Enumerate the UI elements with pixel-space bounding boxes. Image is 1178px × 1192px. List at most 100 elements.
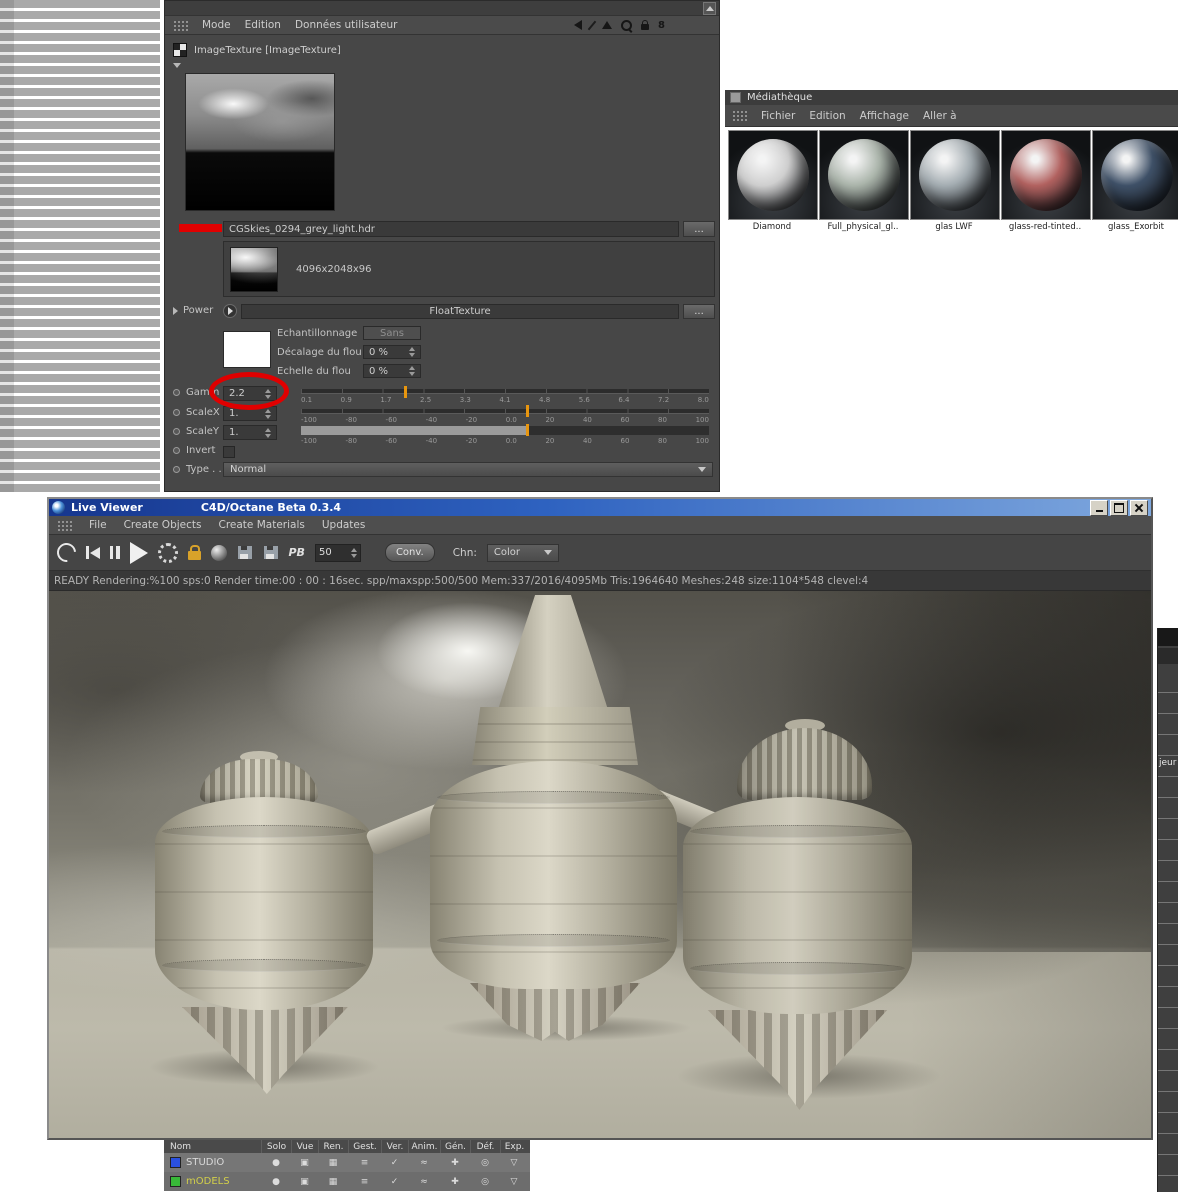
type-anim-dot[interactable] bbox=[173, 466, 180, 473]
menu-item-edition[interactable]: Edition bbox=[245, 19, 281, 31]
layer-color-chip[interactable] bbox=[170, 1157, 181, 1168]
stepper-arrows-icon[interactable] bbox=[350, 547, 357, 558]
pen-icon[interactable] bbox=[587, 20, 597, 30]
float-browse-button[interactable]: ... bbox=[683, 304, 715, 319]
layer-name-cell[interactable]: mODELS bbox=[164, 1172, 261, 1191]
lock-icon[interactable] bbox=[641, 20, 650, 30]
deformer-toggle-icon[interactable]: ◎ bbox=[470, 1153, 500, 1172]
material-thumbnail[interactable] bbox=[728, 130, 818, 220]
deformer-toggle-icon[interactable]: ◎ bbox=[470, 1172, 500, 1191]
live-viewer-titlebar[interactable]: Live Viewer C4D/Octane Beta 0.3.4 bbox=[49, 499, 1151, 516]
material-thumbnail[interactable] bbox=[910, 130, 1000, 220]
scalex-slider-track[interactable] bbox=[301, 409, 709, 414]
invert-anim-dot[interactable] bbox=[173, 447, 180, 454]
texture-info-thumbnail[interactable] bbox=[230, 247, 278, 292]
grip-icon[interactable] bbox=[57, 519, 72, 531]
material-thumbnail[interactable] bbox=[819, 130, 909, 220]
menu-item-aller-a[interactable]: Aller à bbox=[923, 110, 957, 122]
manager-toggle-icon[interactable]: ≡ bbox=[348, 1172, 381, 1191]
version-toggle-icon[interactable]: ✓ bbox=[381, 1172, 408, 1191]
stepper-arrows-icon[interactable] bbox=[409, 366, 415, 376]
layer-color-chip[interactable] bbox=[170, 1176, 181, 1187]
color-swatch[interactable] bbox=[223, 331, 271, 368]
pause-icon[interactable] bbox=[109, 546, 120, 559]
solo-toggle-icon[interactable]: ● bbox=[261, 1153, 291, 1172]
material-thumbnail[interactable] bbox=[1092, 130, 1178, 220]
gamma-anim-dot[interactable] bbox=[173, 389, 180, 396]
history-back-icon[interactable] bbox=[574, 20, 583, 30]
material-thumbnail[interactable] bbox=[1001, 130, 1091, 220]
menu-item-create-objects[interactable]: Create Objects bbox=[124, 519, 202, 531]
blur-offset-stepper[interactable]: 0 % bbox=[363, 345, 421, 359]
scaley-stepper[interactable]: 1. bbox=[223, 425, 277, 440]
minimize-button[interactable] bbox=[1090, 499, 1108, 516]
menu-item-file[interactable]: File bbox=[89, 519, 107, 531]
animation-toggle-icon[interactable]: ≈ bbox=[408, 1172, 440, 1191]
texture-preview[interactable] bbox=[185, 73, 335, 211]
animation-toggle-icon[interactable]: ≈ bbox=[408, 1153, 440, 1172]
channel-dropdown[interactable]: Color bbox=[486, 543, 559, 562]
manager-toggle-icon[interactable]: ≡ bbox=[348, 1153, 381, 1172]
layer-name[interactable]: STUDIO bbox=[186, 1157, 224, 1168]
conv-button[interactable]: Conv. bbox=[384, 543, 435, 562]
panel-corner-button[interactable] bbox=[703, 2, 716, 15]
skip-start-icon[interactable] bbox=[86, 546, 100, 559]
render-viewport[interactable] bbox=[49, 591, 1151, 1138]
gamma-slider-track[interactable] bbox=[301, 389, 709, 394]
type-dropdown[interactable]: Normal bbox=[223, 462, 713, 477]
material-tile[interactable]: glass_Exorbit bbox=[1092, 130, 1178, 233]
layer-name[interactable]: mODELS bbox=[186, 1176, 230, 1187]
samples-stepper[interactable]: 50 bbox=[314, 543, 361, 562]
power-expander-icon[interactable] bbox=[173, 307, 178, 315]
menu-item-create-materials[interactable]: Create Materials bbox=[218, 519, 304, 531]
stepper-arrows-icon[interactable] bbox=[409, 347, 415, 357]
browse-button[interactable]: ... bbox=[683, 221, 715, 237]
scaley-slider-track[interactable] bbox=[528, 426, 709, 435]
scaley-slider-handle[interactable] bbox=[526, 424, 529, 436]
preview-expander-icon[interactable] bbox=[173, 63, 181, 68]
filename-field[interactable]: CGSkies_0294_grey_light.hdr bbox=[223, 221, 679, 237]
generator-toggle-icon[interactable]: ✚ bbox=[440, 1172, 470, 1191]
material-tile[interactable]: glass-red-tinted.. bbox=[1001, 130, 1091, 233]
play-icon[interactable] bbox=[129, 541, 148, 564]
solo-toggle-icon[interactable]: ● bbox=[261, 1172, 291, 1191]
material-tile[interactable]: Full_physical_gl.. bbox=[819, 130, 909, 233]
scaley-anim-dot[interactable] bbox=[173, 428, 180, 435]
material-tile[interactable]: Diamond bbox=[728, 130, 818, 233]
invert-checkbox[interactable] bbox=[223, 446, 235, 458]
grip-icon[interactable] bbox=[173, 19, 188, 31]
layer-row-studio[interactable]: STUDIO ● ▣ ▦ ≡ ✓ ≈ ✚ ◎ ▽ bbox=[164, 1153, 530, 1172]
lock-resolution-icon[interactable] bbox=[187, 545, 201, 560]
tab-count-badge[interactable]: 8 bbox=[658, 20, 665, 31]
expression-toggle-icon[interactable]: ▽ bbox=[500, 1153, 528, 1172]
sampling-dropdown[interactable]: Sans bbox=[363, 326, 421, 340]
close-button[interactable] bbox=[1130, 499, 1148, 516]
parent-up-icon[interactable] bbox=[602, 21, 613, 29]
restart-render-icon[interactable] bbox=[53, 539, 80, 566]
generator-toggle-icon[interactable]: ✚ bbox=[440, 1153, 470, 1172]
material-tile[interactable]: glas LWF bbox=[910, 130, 1000, 233]
pb-button[interactable]: PB bbox=[289, 546, 305, 559]
render-toggle-icon[interactable]: ▦ bbox=[318, 1153, 348, 1172]
menu-item-fichier[interactable]: Fichier bbox=[761, 110, 795, 122]
layer-name-cell[interactable]: STUDIO bbox=[164, 1153, 261, 1172]
scaley-slider-fill[interactable] bbox=[301, 426, 528, 435]
power-play-button[interactable] bbox=[223, 304, 237, 318]
layer-row-models[interactable]: mODELS ● ▣ ▦ ≡ ✓ ≈ ✚ ◎ ▽ bbox=[164, 1172, 530, 1191]
menu-item-affichage[interactable]: Affichage bbox=[860, 110, 909, 122]
search-icon[interactable] bbox=[621, 19, 633, 31]
save-image-icon[interactable] bbox=[236, 545, 253, 560]
scalex-anim-dot[interactable] bbox=[173, 409, 180, 416]
maximize-button[interactable] bbox=[1110, 499, 1128, 516]
stepper-arrows-icon[interactable] bbox=[265, 408, 271, 419]
menu-item-edition[interactable]: Edition bbox=[809, 110, 845, 122]
menu-item-mode[interactable]: Mode bbox=[202, 19, 231, 31]
render-toggle-icon[interactable]: ▦ bbox=[318, 1172, 348, 1191]
grip-icon[interactable] bbox=[732, 110, 747, 121]
expression-toggle-icon[interactable]: ▽ bbox=[500, 1172, 528, 1191]
menu-item-updates[interactable]: Updates bbox=[322, 519, 366, 531]
save-animation-icon[interactable] bbox=[262, 545, 279, 560]
mediatheque-titlebar[interactable]: Médiathèque bbox=[725, 90, 1178, 105]
gear-icon[interactable] bbox=[157, 542, 178, 563]
stepper-arrows-icon[interactable] bbox=[265, 427, 271, 438]
